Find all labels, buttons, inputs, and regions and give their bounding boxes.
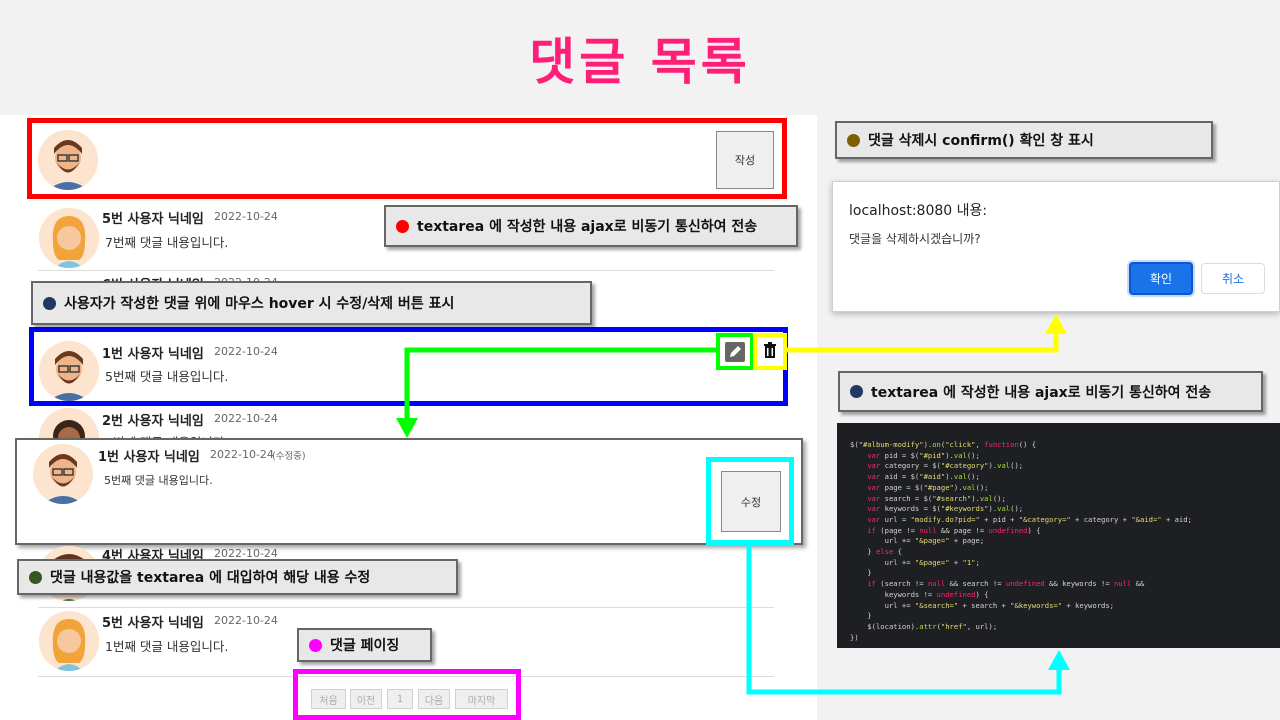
callout-text: 댓글 내용값을 textarea 에 대입하여 해당 내용 수정 xyxy=(50,570,371,586)
dialog-ok-button[interactable]: 확인 xyxy=(1129,262,1193,295)
page-next-button[interactable]: 다음 xyxy=(418,689,450,709)
comment-author: 1번 사용자 닉네임 xyxy=(102,347,204,362)
callout-ajax-submit: textarea 에 작성한 내용 ajax로 비동기 통신하여 전송 xyxy=(384,205,798,247)
write-button[interactable]: 작성 xyxy=(716,131,774,189)
edit-button[interactable] xyxy=(716,333,754,370)
code-line: var url = "modify.do?pid=" + pid + "&cat… xyxy=(867,514,1192,524)
modify-button[interactable]: 수정 xyxy=(721,471,781,532)
code-line: var category = $("#category").val(); xyxy=(867,461,1024,471)
code-line: var keywords = $("#keywords").val(); xyxy=(867,504,1024,514)
avatar xyxy=(39,341,99,401)
callout-ajax-code: textarea 에 작성한 내용 ajax로 비동기 통신하여 전송 xyxy=(838,371,1263,412)
code-snippet: $("#album-modify").on("click", function(… xyxy=(837,423,1280,648)
navy-dot-icon xyxy=(850,385,863,398)
code-line: var search = $("#search").val(); xyxy=(867,493,1006,503)
code-line: } xyxy=(850,611,872,621)
navy-dot-icon xyxy=(43,296,56,310)
comment-text: 7번째 댓글 내용입니다. xyxy=(105,235,229,250)
callout-paging: 댓글 페이징 xyxy=(297,628,432,662)
edit-status: (수정중) xyxy=(272,451,306,462)
avatar xyxy=(38,130,98,190)
code-line: url += "&page=" + page; xyxy=(850,536,985,546)
comment-text: 1번째 댓글 내용입니다. xyxy=(105,639,229,654)
green-dot-icon xyxy=(29,570,42,584)
page-title: 댓글 목록 xyxy=(0,0,1280,115)
brown-dot-icon xyxy=(847,133,860,147)
trash-icon xyxy=(763,341,777,363)
code-line: var page = $("#page").val(); xyxy=(867,482,989,492)
page-last-button[interactable]: 마지막 xyxy=(455,689,508,709)
comment-date: 2022-10-24 xyxy=(214,210,278,223)
comment-date: 2022-10-24 xyxy=(214,614,278,627)
code-line: }) xyxy=(850,632,859,642)
callout-text: textarea 에 작성한 내용 ajax로 비동기 통신하여 전송 xyxy=(871,384,1212,401)
code-line: $(location).attr("href", url); xyxy=(850,621,998,631)
edit-textarea[interactable]: 5번째 댓글 내용입니다. xyxy=(101,466,705,530)
code-line: $("#album-modify").on("click", function(… xyxy=(850,440,1037,449)
code-line: var pid = $("#pid").val(); xyxy=(867,450,980,460)
code-line: var aid = $("#aid").val(); xyxy=(867,472,980,482)
code-line: if (page != null && page != undefined) { xyxy=(867,525,1041,535)
callout-text: 댓글 페이징 xyxy=(330,638,400,654)
avatar xyxy=(33,444,93,504)
dialog-title: localhost:8080 내용: xyxy=(849,203,988,219)
divider xyxy=(38,270,774,271)
comment-date: 2022-10-24 xyxy=(214,345,278,358)
delete-button[interactable] xyxy=(753,333,787,370)
callout-text: 댓글 삭제시 confirm() 확인 창 표시 xyxy=(868,133,1094,149)
callout-confirm: 댓글 삭제시 confirm() 확인 창 표시 xyxy=(835,121,1213,159)
callout-edit: 댓글 내용값을 textarea 에 대입하여 해당 내용 수정 xyxy=(17,559,458,595)
page-first-button[interactable]: 처음 xyxy=(311,689,346,709)
code-line: } else { xyxy=(850,547,902,557)
comment-date: 2022-10-24 xyxy=(214,412,278,425)
page-number-button[interactable]: 1 xyxy=(387,689,413,709)
callout-text: textarea 에 작성한 내용 ajax로 비동기 통신하여 전송 xyxy=(417,219,758,235)
avatar xyxy=(39,611,99,671)
dialog-cancel-button[interactable]: 취소 xyxy=(1201,263,1265,294)
code-line: keywords != undefined) { xyxy=(850,589,989,599)
code-line: url += "&search=" + search + "&keywords=… xyxy=(850,600,1115,610)
comment-author: 5번 사용자 닉네임 xyxy=(102,616,204,631)
callout-text: 사용자가 작성한 댓글 위에 마우스 hover 시 수정/삭제 버튼 표시 xyxy=(64,296,455,312)
code-line: if (search != null && search != undefine… xyxy=(867,579,1145,589)
magenta-dot-icon xyxy=(309,638,322,652)
divider xyxy=(38,607,774,608)
edit-author: 1번 사용자 닉네임 xyxy=(98,450,200,465)
avatar xyxy=(39,208,99,268)
comment-author: 2번 사용자 닉네임 xyxy=(102,414,204,429)
comment-author: 5번 사용자 닉네임 xyxy=(102,212,204,227)
pencil-icon xyxy=(725,341,745,362)
comment-text: 5번째 댓글 내용입니다. xyxy=(105,369,229,384)
edit-date: 2022-10-24 xyxy=(210,448,274,461)
callout-hover: 사용자가 작성한 댓글 위에 마우스 hover 시 수정/삭제 버튼 표시 xyxy=(31,281,592,325)
page-prev-button[interactable]: 이전 xyxy=(350,689,382,709)
code-line: } xyxy=(850,568,872,578)
dialog-message: 댓글을 삭제하시겠습니까? xyxy=(849,232,981,246)
code-line: url += "&page=" + "1"; xyxy=(850,557,980,567)
red-dot-icon xyxy=(396,219,409,233)
comment-textarea[interactable] xyxy=(104,126,712,192)
